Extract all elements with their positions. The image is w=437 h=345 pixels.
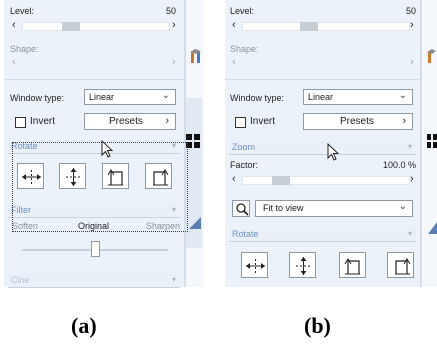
filter-slider-thumb[interactable] bbox=[91, 241, 100, 257]
zoom-mode-value: Fit to view bbox=[263, 203, 304, 213]
chevron-down-icon: ▾ bbox=[407, 142, 412, 151]
grid-icon[interactable] bbox=[186, 134, 200, 150]
flip-vertical-icon bbox=[296, 257, 311, 275]
chevron-down-icon: ▾ bbox=[407, 229, 412, 238]
divider bbox=[225, 79, 420, 80]
caption-a: (a) bbox=[71, 313, 97, 338]
zoom-section-title: Zoom bbox=[232, 142, 256, 152]
invert-checkbox[interactable] bbox=[15, 117, 26, 128]
chevron-right-icon: › bbox=[165, 115, 169, 127]
flip-horizontal-button[interactable] bbox=[241, 252, 268, 278]
rotate-right-button[interactable] bbox=[387, 252, 414, 278]
shape-left-arrow[interactable]: ‹ bbox=[232, 57, 236, 68]
window-type-select[interactable]: Linear ⌄ bbox=[303, 89, 413, 105]
presets-label: Presets bbox=[340, 116, 374, 127]
magnifier-icon bbox=[236, 203, 249, 216]
level-right-arrow[interactable]: › bbox=[410, 20, 414, 31]
divider bbox=[4, 79, 184, 80]
level-slider-track[interactable] bbox=[22, 22, 170, 31]
resize-corner-icon[interactable] bbox=[188, 216, 202, 232]
level-value: 50 bbox=[405, 6, 416, 16]
window-type-select[interactable]: Linear ⌄ bbox=[84, 89, 176, 105]
window-type-label: Window type: bbox=[10, 93, 65, 103]
presets-button[interactable]: Presets › bbox=[303, 113, 413, 130]
chevron-down-icon: ⌄ bbox=[398, 90, 407, 101]
presets-label: Presets bbox=[109, 116, 143, 127]
shape-right-arrow[interactable]: › bbox=[172, 57, 176, 68]
presets-button[interactable]: Presets › bbox=[84, 113, 176, 130]
zoom-mode-select[interactable]: Fit to view ⌄ bbox=[255, 200, 413, 217]
flip-horizontal-icon bbox=[246, 259, 265, 273]
window-type-value: Linear bbox=[89, 92, 115, 102]
grid-icon[interactable] bbox=[427, 134, 437, 150]
level-slider-track[interactable] bbox=[242, 22, 410, 31]
level-right-arrow[interactable]: › bbox=[172, 20, 176, 31]
invert-label: Invert bbox=[250, 116, 276, 127]
zoom-section-header[interactable]: Zoom ▾ bbox=[229, 141, 416, 155]
shape-right-arrow[interactable]: › bbox=[410, 57, 414, 68]
window-type-value: Linear bbox=[308, 92, 334, 102]
level-label: Level: bbox=[10, 6, 35, 16]
shape-label: Shape: bbox=[10, 44, 39, 54]
rotate-left-icon bbox=[344, 258, 360, 275]
level-left-arrow[interactable]: ‹ bbox=[232, 20, 236, 31]
invert-checkbox[interactable] bbox=[235, 117, 246, 128]
shape-left-arrow[interactable]: ‹ bbox=[12, 57, 16, 68]
window-type-label: Window type: bbox=[230, 93, 285, 103]
rotate-section-title: Rotate bbox=[232, 229, 259, 239]
chevron-down-icon: ⌄ bbox=[398, 201, 407, 212]
drag-outline bbox=[12, 142, 188, 232]
wrench-icon[interactable] bbox=[189, 48, 203, 66]
mouse-pointer-icon bbox=[101, 139, 115, 162]
factor-left-arrow[interactable]: ‹ bbox=[232, 174, 236, 185]
factor-slider-thumb[interactable] bbox=[272, 176, 290, 185]
caption-b: (b) bbox=[304, 313, 331, 338]
rotate-section-header[interactable]: Rotate ▾ bbox=[229, 228, 416, 242]
cine-section-header[interactable]: Cine ▾ bbox=[8, 274, 180, 288]
factor-value: 100.0 % bbox=[382, 160, 416, 170]
resize-corner-icon[interactable] bbox=[427, 221, 437, 237]
factor-label: Factor: bbox=[230, 160, 259, 170]
level-label: Level: bbox=[230, 6, 255, 16]
level-left-arrow[interactable]: ‹ bbox=[12, 20, 16, 31]
rotate-left-button[interactable] bbox=[339, 252, 366, 278]
invert-label: Invert bbox=[30, 116, 56, 127]
zoom-tool-button[interactable] bbox=[232, 200, 250, 217]
level-slider-thumb[interactable] bbox=[62, 22, 80, 31]
wrench-icon[interactable] bbox=[426, 48, 436, 66]
factor-slider-track[interactable] bbox=[242, 176, 410, 185]
factor-right-arrow[interactable]: › bbox=[410, 174, 414, 185]
shape-label: Shape: bbox=[230, 44, 259, 54]
chevron-down-icon: ⌄ bbox=[161, 90, 170, 101]
level-value: 50 bbox=[165, 6, 176, 16]
chevron-down-icon: ▾ bbox=[171, 275, 176, 284]
level-slider-thumb[interactable] bbox=[300, 22, 318, 31]
flip-vertical-button[interactable] bbox=[289, 252, 316, 278]
chevron-right-icon: › bbox=[402, 115, 406, 127]
rotate-right-icon bbox=[395, 258, 411, 275]
cine-section-title: Cine bbox=[11, 275, 30, 285]
mouse-pointer-icon bbox=[327, 142, 341, 165]
